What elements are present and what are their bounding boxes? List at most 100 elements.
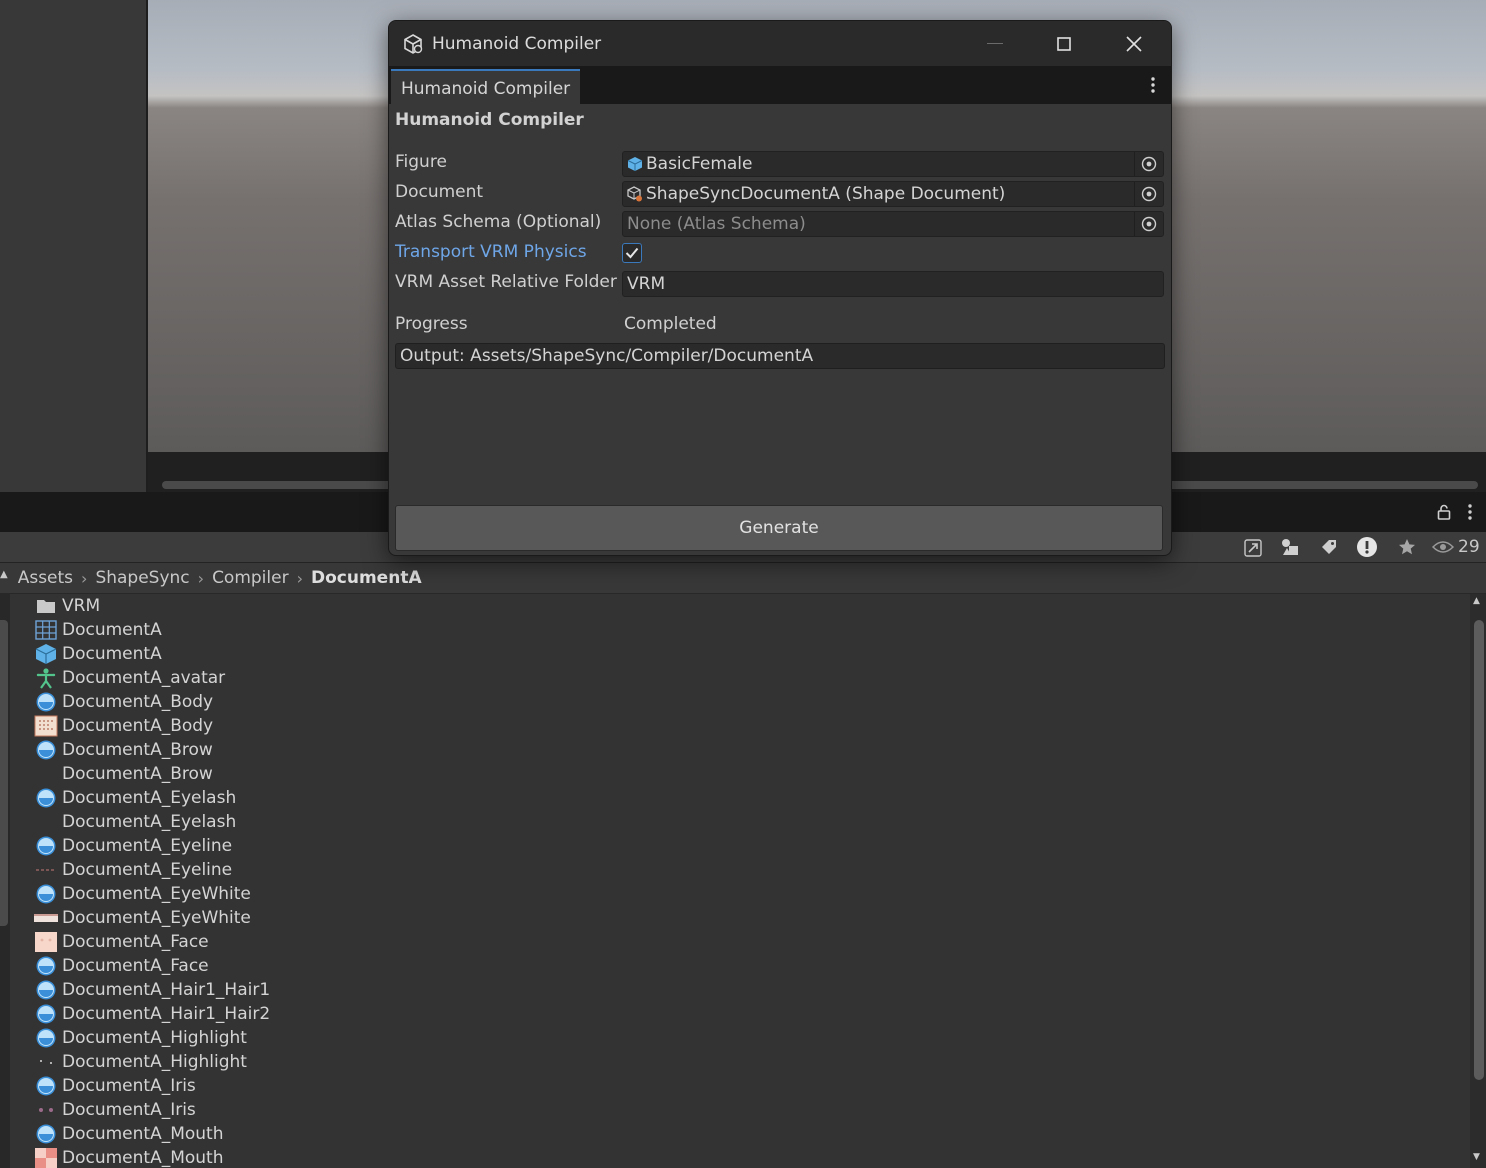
asset-name: VRM xyxy=(62,596,101,616)
prefab-icon xyxy=(627,156,643,172)
asset-list-item[interactable]: DocumentA_Hair1_Hair1 xyxy=(34,978,270,1002)
asset-list-item[interactable]: DocumentA_Eyeline xyxy=(34,834,232,858)
material-icon xyxy=(34,1003,58,1025)
scroll-down-icon[interactable]: ▼ xyxy=(1473,1152,1480,1162)
asset-list-item[interactable]: DocumentA_Face xyxy=(34,954,209,978)
scroll-up-icon[interactable]: ▲ xyxy=(1473,596,1480,606)
hidden-packages-toggle[interactable]: 29 xyxy=(1432,535,1484,559)
chevron-right-icon: › xyxy=(81,568,88,588)
asset-list-scroll-thumb[interactable] xyxy=(1474,620,1484,1080)
eyewhite-texture-icon xyxy=(34,907,58,929)
tab-humanoid-compiler[interactable]: Humanoid Compiler xyxy=(391,69,581,106)
window-titlebar[interactable]: Humanoid Compiler xyxy=(389,21,1171,66)
folder-tree-scrollbar[interactable] xyxy=(0,620,8,926)
lock-icon[interactable] xyxy=(1434,502,1454,522)
filter-label-icon[interactable] xyxy=(1316,535,1342,559)
asset-name: DocumentA_Hair1_Hair2 xyxy=(62,1004,271,1024)
asset-list-item[interactable]: DocumentA_Mouth xyxy=(34,1146,223,1168)
asset-list-item[interactable]: DocumentA_Eyeline xyxy=(34,858,232,882)
section-header: Humanoid Compiler xyxy=(395,110,584,130)
asset-list-item[interactable]: DocumentA_Hair1_Hair2 xyxy=(34,1002,270,1026)
asset-name: DocumentA_Body xyxy=(62,692,214,712)
asset-name: DocumentA_Eyelash xyxy=(62,812,237,832)
asset-name: DocumentA_Brow xyxy=(62,740,213,760)
vrm-folder-input[interactable]: VRM xyxy=(622,271,1164,297)
asset-name: DocumentA_Iris xyxy=(62,1076,196,1096)
window-tabstrip: Humanoid Compiler xyxy=(389,66,1171,106)
favorites-star-icon[interactable] xyxy=(1394,535,1420,559)
avatar-icon xyxy=(34,667,58,689)
unity-logo-icon xyxy=(402,33,424,55)
breadcrumb-collapse-icon[interactable]: ▲ xyxy=(0,569,8,580)
face-texture-icon xyxy=(34,931,58,953)
filter-warning-icon[interactable] xyxy=(1354,535,1380,559)
material-icon xyxy=(34,979,58,1001)
asset-list-item[interactable]: DocumentA_Face xyxy=(34,930,209,954)
asset-list-item[interactable]: DocumentA_avatar xyxy=(34,666,225,690)
transport-vrm-physics-label: Transport VRM Physics xyxy=(395,242,587,262)
blank-texture-icon xyxy=(34,763,58,785)
asset-list-item[interactable]: DocumentA_Brow xyxy=(34,762,213,786)
asset-name: DocumentA_Face xyxy=(62,956,209,976)
close-button[interactable] xyxy=(1099,21,1169,66)
material-icon xyxy=(34,1123,58,1145)
checkmark-icon xyxy=(625,247,639,259)
asset-list-item[interactable]: DocumentA_EyeWhite xyxy=(34,906,251,930)
filter-type-icon[interactable] xyxy=(1277,535,1303,559)
asset-name: DocumentA_Mouth xyxy=(62,1148,224,1168)
asset-list-item[interactable]: DocumentA_Eyelash xyxy=(34,810,236,834)
asset-list-item[interactable]: VRM xyxy=(34,594,100,618)
asset-name: DocumentA xyxy=(62,620,162,640)
breadcrumb-documenta[interactable]: DocumentA xyxy=(311,568,422,588)
breadcrumb-shapesync[interactable]: ShapeSync xyxy=(95,568,189,588)
asset-list-item[interactable]: DocumentA_Highlight xyxy=(34,1026,247,1050)
asset-name: DocumentA xyxy=(62,644,162,664)
asset-list-item[interactable]: DocumentA_Highlight xyxy=(34,1050,247,1074)
asset-list-item[interactable]: DocumentA_Brow xyxy=(34,738,213,762)
blank-texture-icon xyxy=(34,811,58,833)
chevron-right-icon: › xyxy=(296,568,303,588)
asset-name: DocumentA_Highlight xyxy=(62,1028,247,1048)
asset-list-item[interactable]: DocumentA xyxy=(34,618,162,642)
asset-name: DocumentA_Mouth xyxy=(62,1124,224,1144)
transport-vrm-physics-checkbox[interactable] xyxy=(622,243,642,263)
document-value: ShapeSyncDocumentA (Shape Document) xyxy=(646,184,1006,204)
tab-label: Humanoid Compiler xyxy=(401,78,571,99)
material-icon xyxy=(34,739,58,761)
asset-list-item[interactable]: DocumentA_Eyelash xyxy=(34,786,236,810)
object-picker-icon[interactable] xyxy=(1134,152,1163,176)
vrm-folder-label: VRM Asset Relative Folder xyxy=(395,272,617,292)
breadcrumb-assets[interactable]: Assets xyxy=(18,568,73,588)
vrm-folder-value: VRM xyxy=(627,274,666,294)
generate-button[interactable]: Generate xyxy=(395,505,1163,551)
figure-value: BasicFemale xyxy=(646,154,753,174)
atlas-schema-field[interactable]: None (Atlas Schema) xyxy=(622,211,1164,237)
material-icon xyxy=(34,955,58,977)
asset-list-item[interactable]: DocumentA_Iris xyxy=(34,1098,196,1122)
asset-name: DocumentA_Iris xyxy=(62,1100,196,1120)
asset-list-item[interactable]: DocumentA xyxy=(34,642,162,666)
asset-name: DocumentA_avatar xyxy=(62,668,226,688)
tab-menu-icon[interactable] xyxy=(1145,74,1161,96)
asset-name: DocumentA_Body xyxy=(62,716,214,736)
prefab-icon xyxy=(34,643,58,665)
minimize-button[interactable] xyxy=(960,21,1030,66)
document-field[interactable]: ShapeSyncDocumentA (Shape Document) xyxy=(622,181,1164,207)
material-icon xyxy=(34,1075,58,1097)
asset-list-item[interactable]: DocumentA_Mouth xyxy=(34,1122,223,1146)
material-icon xyxy=(34,691,58,713)
search-by-type-icon[interactable] xyxy=(1240,536,1266,560)
panel-menu-icon[interactable] xyxy=(1460,502,1480,522)
material-icon xyxy=(34,835,58,857)
maximize-button[interactable] xyxy=(1029,21,1099,66)
breadcrumb-compiler[interactable]: Compiler xyxy=(212,568,289,588)
asset-list-item[interactable]: DocumentA_EyeWhite xyxy=(34,882,251,906)
asset-list-item[interactable]: DocumentA_Iris xyxy=(34,1074,196,1098)
object-picker-icon[interactable] xyxy=(1134,212,1163,236)
object-picker-icon[interactable] xyxy=(1134,182,1163,206)
highlight-texture-icon xyxy=(34,1051,58,1073)
mouth-texture-icon xyxy=(34,1147,58,1168)
asset-list-item[interactable]: DocumentA_Body xyxy=(34,714,213,738)
asset-list-item[interactable]: DocumentA_Body xyxy=(34,690,213,714)
figure-field[interactable]: BasicFemale xyxy=(622,151,1164,177)
